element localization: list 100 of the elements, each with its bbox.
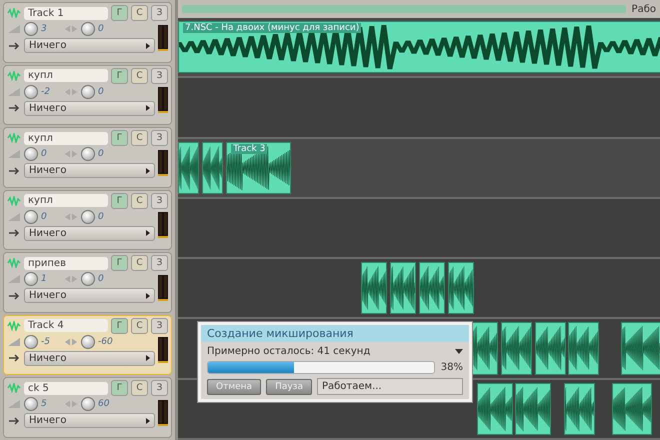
pan-value: 0 bbox=[98, 86, 105, 97]
pan-knob[interactable] bbox=[81, 84, 95, 99]
track-name-field[interactable]: Track 1 bbox=[24, 6, 108, 20]
volume-value: 0 bbox=[41, 212, 48, 222]
pan-knob[interactable] bbox=[81, 334, 95, 349]
level-meter bbox=[158, 337, 168, 364]
pan-value: 60 bbox=[98, 399, 110, 410]
track-toggle-button[interactable]: С bbox=[131, 130, 148, 146]
level-meter bbox=[158, 274, 168, 301]
track-panel[interactable]: купл Г С З 0 0 Ничего bbox=[3, 127, 172, 188]
track-toggle-button[interactable]: З bbox=[151, 380, 168, 396]
track-name-field[interactable]: купл bbox=[24, 194, 108, 208]
volume-knob[interactable] bbox=[24, 210, 38, 224]
time-remaining-text: Примерно осталось: 41 секунд bbox=[207, 346, 370, 357]
track-name-field[interactable]: купл bbox=[24, 69, 108, 82]
track-panel[interactable]: Track 4 Г С З -5 -60 Ничего bbox=[3, 314, 172, 376]
pan-icon bbox=[64, 399, 78, 410]
track-toggle-button[interactable]: С bbox=[131, 68, 148, 84]
volume-icon bbox=[7, 274, 21, 284]
track-name-field[interactable]: припев bbox=[24, 256, 108, 270]
volume-knob[interactable] bbox=[24, 147, 38, 162]
arrow-icon bbox=[7, 416, 21, 426]
track-panel[interactable]: ck 5 Г С З 5 60 Ничего bbox=[3, 377, 172, 438]
pan-icon bbox=[64, 212, 78, 222]
audio-clip[interactable] bbox=[612, 382, 652, 435]
output-dropdown[interactable]: Ничего bbox=[24, 100, 155, 116]
track-toggle-button[interactable]: Г bbox=[111, 380, 128, 396]
track-toggle-button[interactable]: С bbox=[131, 318, 148, 334]
pan-knob[interactable] bbox=[81, 210, 95, 224]
audio-clip[interactable] bbox=[178, 142, 200, 194]
volume-knob[interactable] bbox=[24, 397, 38, 412]
clip-title: 7.NSC - На двоих (минус для записи) bbox=[183, 23, 362, 33]
track-toggle-button[interactable]: Г bbox=[111, 192, 128, 209]
output-dropdown[interactable]: Ничего bbox=[24, 163, 155, 178]
volume-icon bbox=[7, 149, 21, 160]
audio-clip[interactable] bbox=[476, 382, 513, 435]
volume-icon bbox=[7, 86, 21, 97]
pan-icon bbox=[64, 336, 78, 347]
audio-clip[interactable] bbox=[390, 262, 416, 314]
track-toggle-button[interactable]: Г bbox=[111, 255, 128, 272]
caret-icon[interactable] bbox=[455, 349, 463, 354]
track-toggle-button[interactable]: С bbox=[131, 380, 148, 396]
track-toggle-button[interactable]: З bbox=[151, 255, 168, 272]
track-panel[interactable]: Track 1 Г С З 3 0 Ничего bbox=[3, 2, 172, 63]
output-dropdown[interactable]: Ничего bbox=[24, 413, 155, 428]
volume-value: -5 bbox=[41, 336, 51, 347]
audio-clip[interactable] bbox=[202, 142, 224, 194]
waveform-drawing bbox=[420, 263, 444, 314]
track-toggle-button[interactable]: С bbox=[131, 192, 148, 209]
audio-clip[interactable] bbox=[361, 262, 388, 314]
pan-knob[interactable] bbox=[81, 22, 95, 36]
waveform-drawing bbox=[362, 263, 386, 314]
pan-value: 0 bbox=[98, 24, 105, 34]
audio-clip[interactable] bbox=[621, 322, 660, 375]
output-dropdown[interactable]: Ничего bbox=[24, 350, 155, 366]
track-panel[interactable]: купл Г С З -2 0 Ничего bbox=[3, 64, 172, 126]
track-panel[interactable]: купл Г С З 0 0 Ничего bbox=[3, 190, 172, 250]
audio-clip[interactable] bbox=[534, 322, 566, 375]
pan-knob[interactable] bbox=[81, 147, 95, 162]
progress-percent: 38% bbox=[440, 362, 463, 373]
volume-knob[interactable] bbox=[24, 272, 38, 286]
output-dropdown[interactable]: Ничего bbox=[24, 38, 155, 53]
output-dropdown[interactable]: Ничего bbox=[24, 288, 155, 304]
track-toggle-button[interactable]: Г bbox=[111, 68, 128, 84]
pan-knob[interactable] bbox=[81, 397, 95, 412]
audio-clip[interactable] bbox=[500, 322, 532, 375]
pan-icon bbox=[64, 149, 78, 160]
volume-knob[interactable] bbox=[24, 22, 38, 36]
track-toggle-button[interactable]: Г bbox=[111, 5, 128, 21]
audio-clip[interactable] bbox=[564, 382, 594, 435]
pan-knob[interactable] bbox=[81, 272, 95, 286]
track-toggle-button[interactable]: З bbox=[151, 318, 168, 334]
track-panel[interactable]: припев Г С З 1 0 Ничего bbox=[3, 252, 172, 313]
track-toggle-button[interactable]: С bbox=[131, 5, 148, 21]
track-toggle-button[interactable]: Г bbox=[111, 130, 128, 146]
volume-knob[interactable] bbox=[24, 334, 38, 349]
audio-clip[interactable] bbox=[419, 262, 446, 314]
audio-clip[interactable] bbox=[515, 382, 552, 435]
track-toggle-button[interactable]: Г bbox=[111, 318, 128, 334]
track-toggle-button[interactable]: С bbox=[131, 255, 148, 272]
pan-icon bbox=[64, 274, 78, 284]
track-name-field[interactable]: Track 4 bbox=[24, 319, 108, 332]
track-toggle-button[interactable]: З bbox=[151, 5, 168, 21]
track-name-field[interactable]: купл bbox=[24, 132, 108, 145]
track-toggle-button[interactable]: З bbox=[151, 130, 168, 146]
track-name-field[interactable]: ck 5 bbox=[24, 382, 108, 395]
track-toggle-button[interactable]: З bbox=[151, 68, 168, 84]
pan-icon bbox=[64, 24, 78, 34]
output-dropdown[interactable]: Ничего bbox=[24, 226, 155, 241]
top-bar-label: Рабо bbox=[632, 4, 656, 14]
waveform-drawing bbox=[391, 263, 416, 314]
volume-icon bbox=[7, 399, 21, 410]
audio-clip[interactable]: 7.NSC - На двоих (минус для записи) bbox=[178, 21, 660, 74]
track-toggle-button[interactable]: З bbox=[151, 192, 168, 209]
volume-knob[interactable] bbox=[24, 84, 38, 99]
level-meter bbox=[158, 150, 168, 176]
audio-clip[interactable] bbox=[448, 262, 474, 314]
audio-clip[interactable]: Track 3 bbox=[226, 142, 291, 194]
audio-clip[interactable] bbox=[568, 322, 600, 375]
volume-icon bbox=[7, 212, 21, 222]
